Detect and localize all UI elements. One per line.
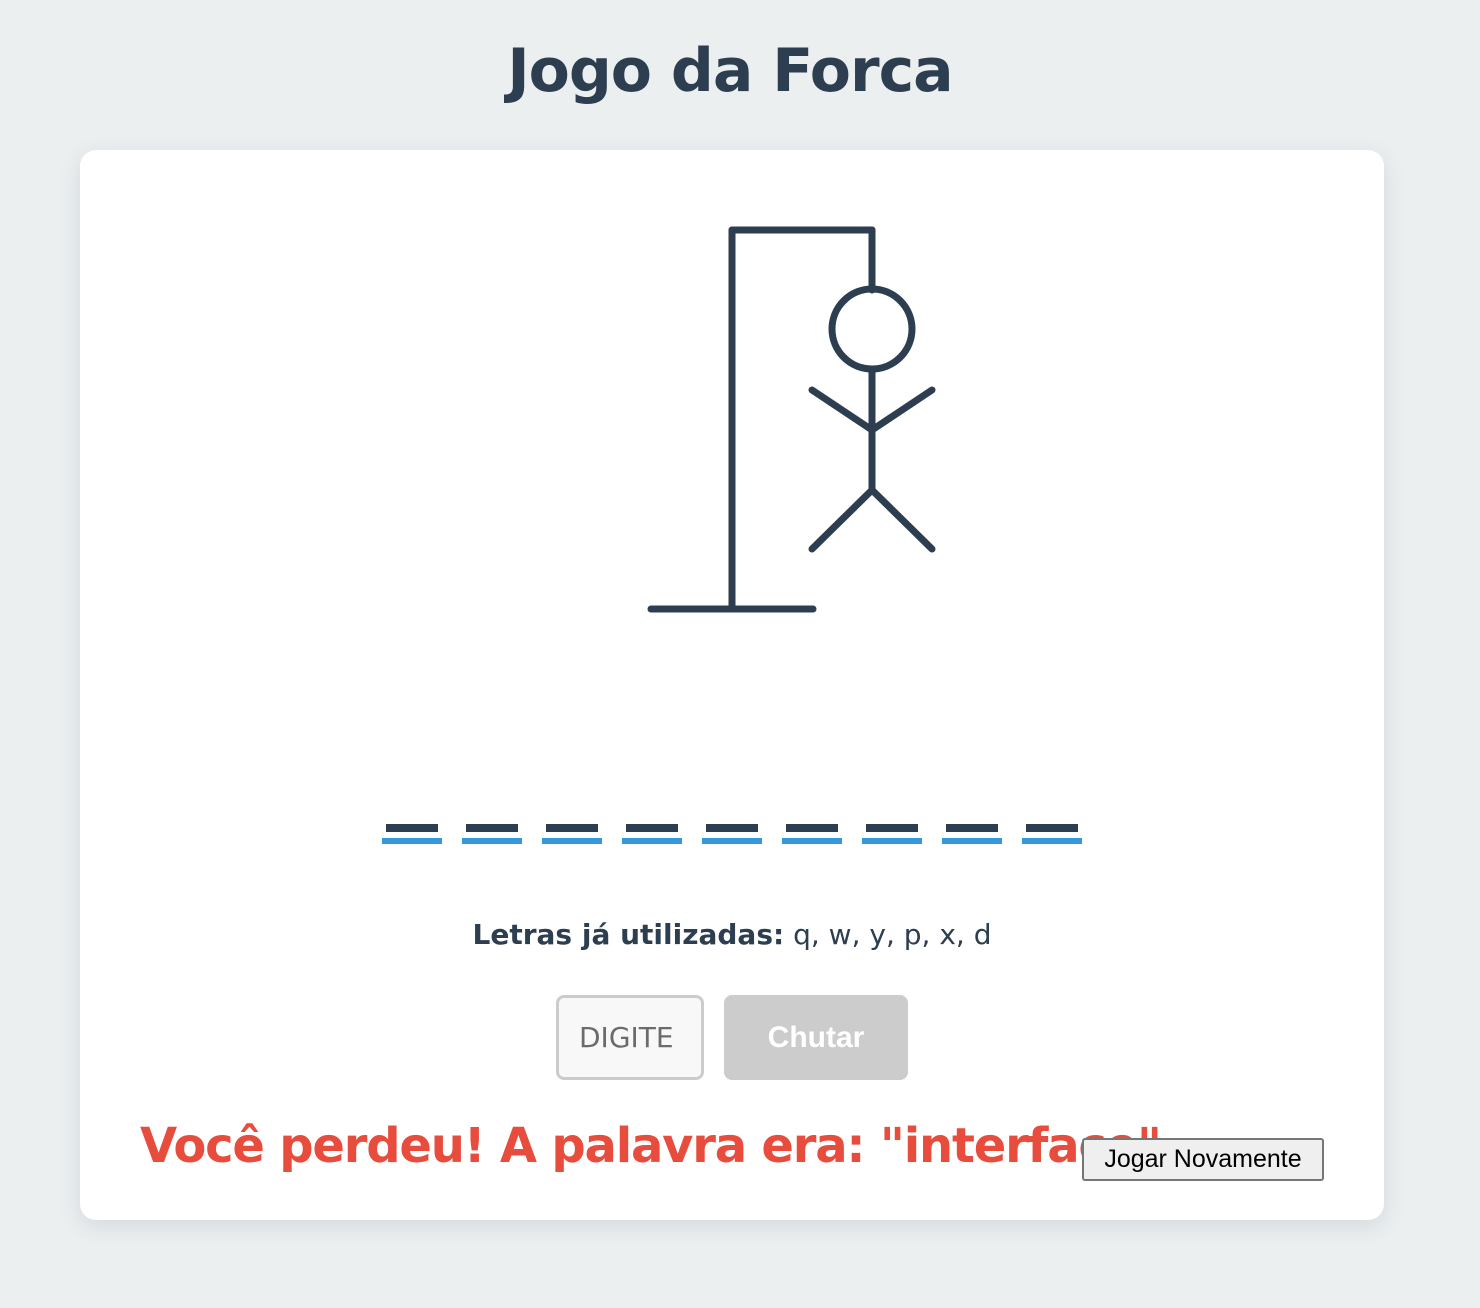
hangman-right-arm [868,386,936,434]
letter-slot [862,822,922,844]
used-letters-label: Letras já utilizadas: [472,918,785,951]
letter-slot [542,822,602,844]
letter-slot [382,822,442,844]
letter-slot [942,822,1002,844]
letter-input[interactable] [556,995,704,1080]
play-again-button[interactable]: Jogar Novamente [1082,1138,1324,1181]
used-letters-list: q, w, y, p, x, d [793,918,992,951]
word-display [382,822,1082,846]
hangman-drawing [647,226,936,613]
hangman-right-leg [868,486,936,553]
letter-slot [1022,822,1082,844]
result-message: Você perdeu! A palavra era: "interface" [140,1118,1162,1174]
hangman-head [828,285,916,373]
letter-slot [702,822,762,844]
page-title: Jogo da Forca [507,36,953,106]
hangman-left-leg [808,486,876,553]
letter-slot [462,822,522,844]
guess-button[interactable]: Chutar [724,995,908,1080]
letter-slot [622,822,682,844]
hangman-left-arm [808,386,876,434]
used-letters: Letras já utilizadas: q, w, y, p, x, d [0,918,1464,951]
letter-slot [782,822,842,844]
